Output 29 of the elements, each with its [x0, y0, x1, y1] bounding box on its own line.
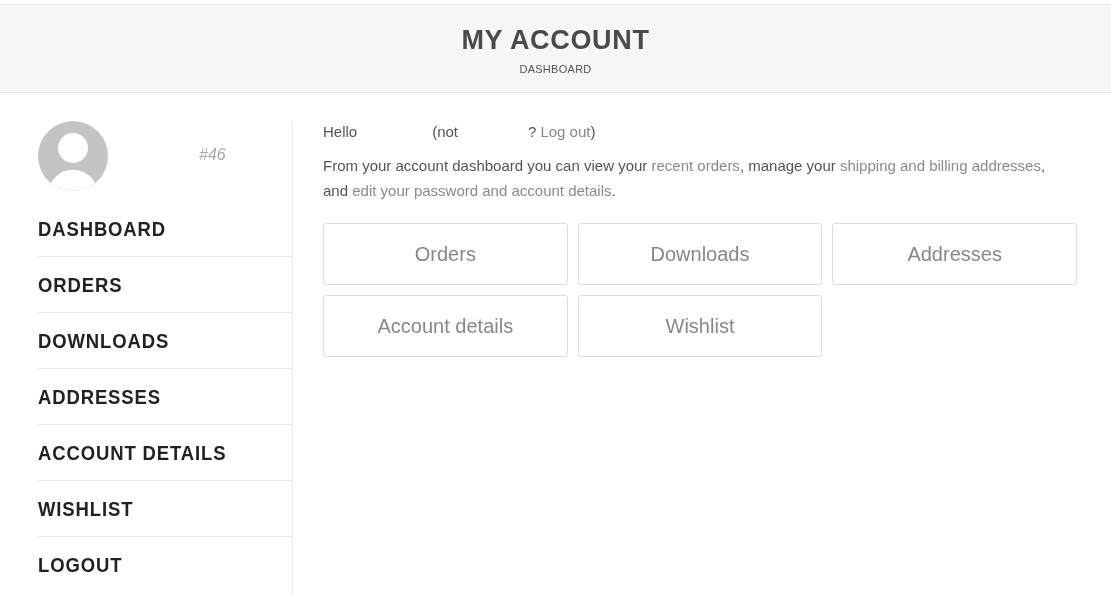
intro-text: and [323, 182, 350, 199]
avatar-icon [38, 121, 108, 191]
greeting-text: Hello [323, 122, 358, 142]
dashboard-tile[interactable]: Account details [323, 295, 568, 357]
intro-text: , manage your [739, 157, 837, 174]
text-link[interactable]: recent orders [651, 157, 740, 174]
text-link[interactable]: edit your password and account details [352, 182, 612, 199]
menu-link[interactable]: ACCOUNT DETAILS [38, 436, 227, 469]
page-title: MY ACCOUNT [461, 24, 650, 57]
text-link[interactable]: shipping and billing addresses [839, 157, 1041, 174]
dashboard-tile[interactable]: Orders [323, 223, 568, 285]
menu-link[interactable]: DOWNLOADS [38, 324, 170, 357]
menu-link[interactable]: ADDRESSES [38, 380, 161, 413]
menu-link[interactable]: ORDERS [38, 268, 123, 301]
intro-text: , [1040, 157, 1046, 174]
dashboard-tile[interactable]: Downloads [577, 223, 823, 285]
intro-text: From your account dashboard you can view your [323, 157, 649, 174]
dashboard-tile[interactable]: Wishlist [577, 295, 823, 357]
intro-text: . [611, 182, 616, 199]
greeting-text: (not [432, 122, 459, 142]
menu-link[interactable]: DASHBOARD [38, 212, 167, 245]
breadcrumb: DASHBOARD [519, 62, 592, 77]
menu-link[interactable]: LOGOUT [38, 549, 123, 581]
greeting-text: ? [528, 122, 537, 142]
user-number: #46 [199, 145, 226, 165]
inline-link[interactable]: Log out [540, 121, 591, 144]
menu-link[interactable]: WISHLIST [38, 492, 134, 525]
greeting-text: ) [590, 122, 596, 142]
dashboard-tile[interactable]: Addresses [832, 223, 1077, 285]
